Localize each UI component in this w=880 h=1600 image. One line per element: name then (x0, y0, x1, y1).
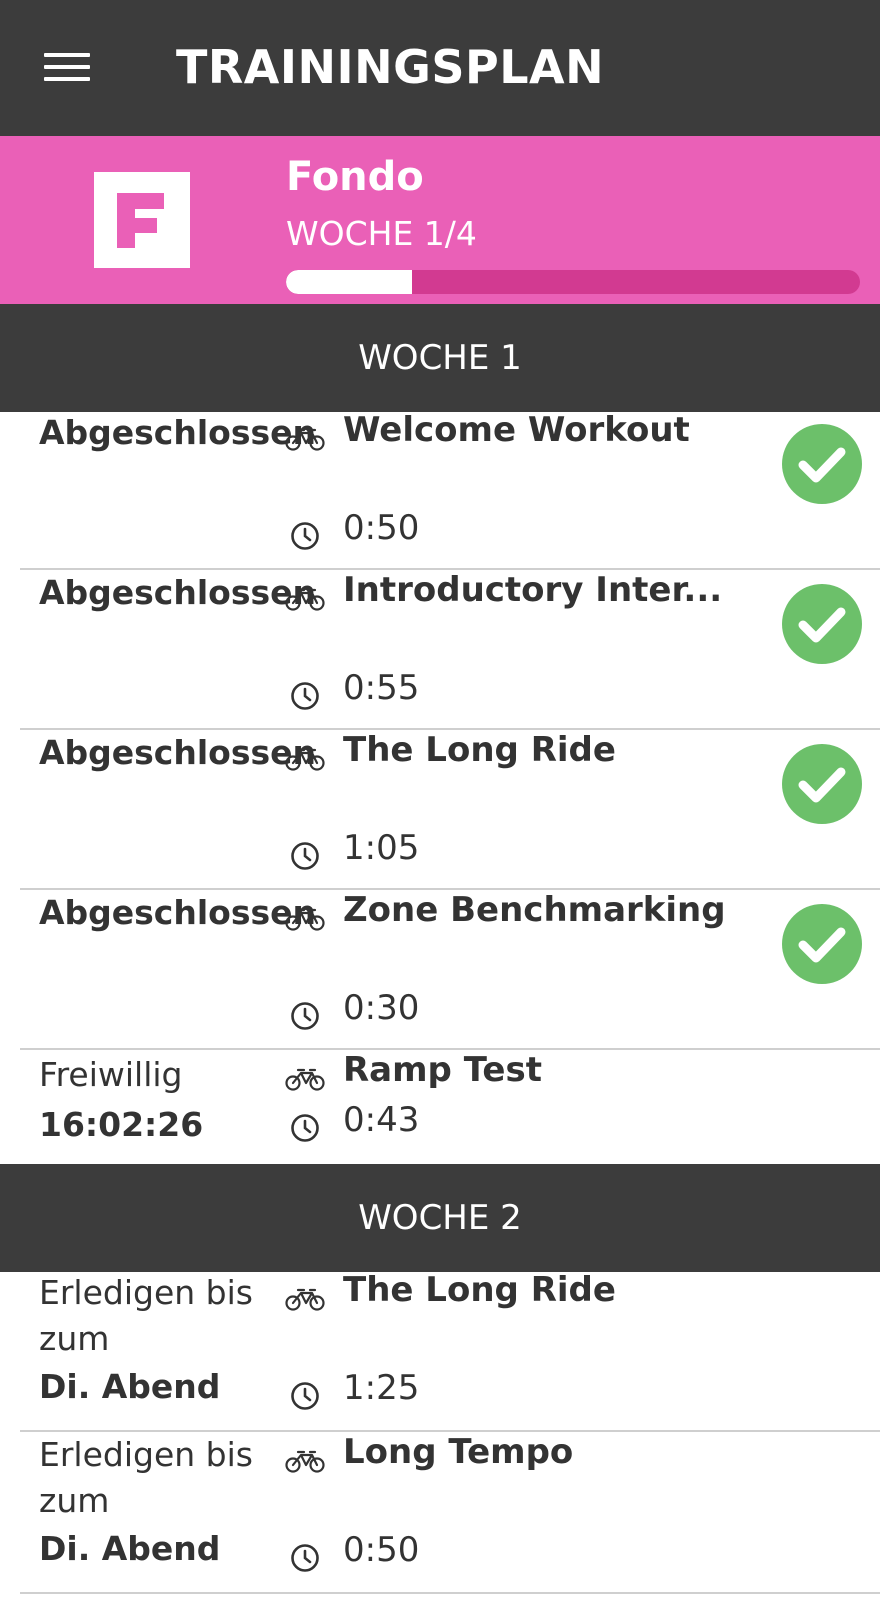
workout-name: Welcome Workout (343, 410, 690, 450)
plan-progress-bar (286, 270, 860, 294)
workout-status: Erledigen bis zum Di. Abend (39, 1432, 279, 1572)
workout-name: Ramp Test (343, 1050, 542, 1090)
checkmark-circle-icon (782, 904, 862, 984)
plan-week-label: WOCHE 1/4 (286, 214, 477, 253)
workout-status: Freiwillig 16:02:26 (39, 1052, 279, 1148)
plan-progress-fill (286, 270, 413, 294)
app-header: TRAININGSPLAN (0, 0, 880, 136)
workout-name: Long Tempo (343, 1432, 574, 1472)
clock-icon (291, 522, 319, 550)
workout-row[interactable]: Erledigen bis zum Di. Abend The Long Rid… (20, 1270, 880, 1432)
clock-icon (291, 1114, 319, 1142)
workout-status: Abgeschlossen (39, 573, 317, 612)
workout-row[interactable]: Abgeschlossen Introductory Inter... 0:55 (20, 570, 880, 730)
bicycle-icon (285, 428, 325, 451)
workout-row[interactable]: Abgeschlossen Welcome Workout 0:50 (20, 410, 880, 570)
workout-duration: 1:05 (343, 828, 420, 868)
workout-row[interactable]: Abgeschlossen Zone Benchmarking 0:30 (20, 890, 880, 1050)
plan-logo (94, 172, 190, 268)
workout-row[interactable]: Erledigen bis zum Di. Abend Long Tempo 0… (20, 1432, 880, 1594)
clock-icon (291, 1382, 319, 1410)
workout-duration: 1:25 (343, 1368, 420, 1408)
hamburger-menu-icon[interactable] (44, 50, 92, 86)
workout-countdown: 16:02:26 (39, 1105, 204, 1144)
workout-status: Erledigen bis zum Di. Abend (39, 1270, 279, 1410)
workout-duration: 0:50 (343, 508, 420, 548)
bicycle-icon (285, 1450, 325, 1473)
bicycle-icon (285, 1068, 325, 1091)
clock-icon (291, 682, 319, 710)
bicycle-icon (285, 588, 325, 611)
clock-icon (291, 842, 319, 870)
workout-row[interactable]: Freiwillig 16:02:26 Ramp Test 0:43 (20, 1050, 880, 1164)
checkmark-circle-icon (782, 584, 862, 664)
clock-icon (291, 1002, 319, 1030)
workout-row[interactable]: Abgeschlossen The Long Ride 1:05 (20, 730, 880, 890)
workout-due-label: Di. Abend (39, 1367, 221, 1406)
workout-name: Zone Benchmarking (343, 890, 726, 930)
plan-name: Fondo (286, 154, 424, 200)
workout-status: Abgeschlossen (39, 893, 317, 932)
checkmark-circle-icon (782, 744, 862, 824)
workout-duration: 0:50 (343, 1530, 420, 1570)
workout-name: Introductory Inter... (343, 570, 723, 610)
workout-duration: 0:55 (343, 668, 420, 708)
workout-duration: 0:30 (343, 988, 420, 1028)
plan-banner: Fondo WOCHE 1/4 (0, 136, 880, 304)
clock-icon (291, 1544, 319, 1572)
workout-name: The Long Ride (343, 1270, 616, 1310)
workout-name: The Long Ride (343, 730, 616, 770)
bicycle-icon (285, 908, 325, 931)
workout-due-label: Di. Abend (39, 1529, 221, 1568)
page-title: TRAININGSPLAN (176, 40, 605, 94)
bicycle-icon (285, 1288, 325, 1311)
week-header: WOCHE 2 (0, 1164, 880, 1272)
workout-duration: 0:43 (343, 1100, 420, 1140)
checkmark-circle-icon (782, 424, 862, 504)
week-header: WOCHE 1 (0, 304, 880, 412)
workout-status: Abgeschlossen (39, 413, 317, 452)
bicycle-icon (285, 748, 325, 771)
workout-status: Abgeschlossen (39, 733, 317, 772)
